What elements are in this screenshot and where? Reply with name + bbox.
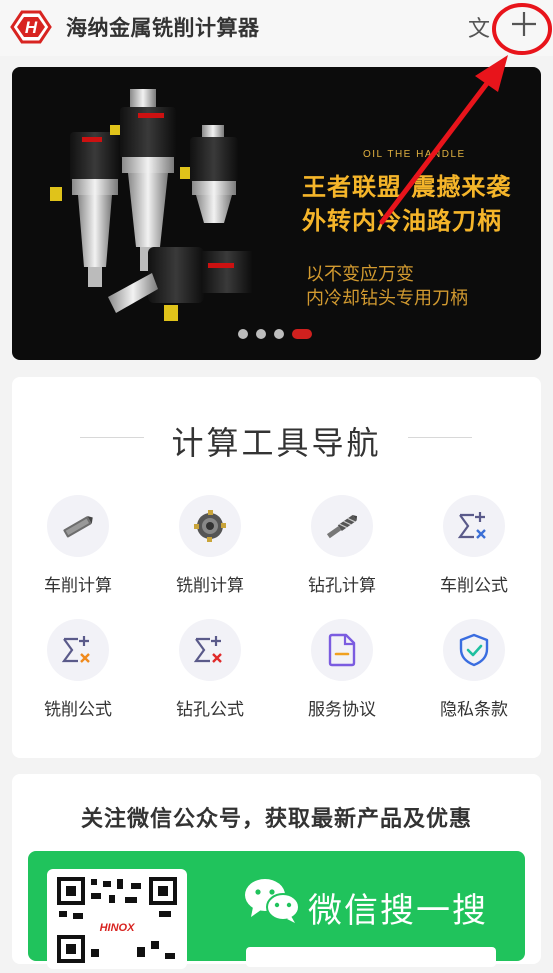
banner-headline-1: 王者联盟 震撼来袭 xyxy=(302,173,512,201)
tool-turning-formula[interactable]: 车削公式 xyxy=(424,495,524,596)
wechat-search-label: 微信搜一搜 xyxy=(308,891,488,931)
app-header: H 海纳金属铣削计算器 文 xyxy=(0,0,553,56)
turning-tool-icon xyxy=(63,516,93,538)
tool-label: 钻孔公式 xyxy=(176,700,244,720)
tool-drilling-calc[interactable]: 钻孔计算 xyxy=(292,495,392,596)
carousel-dot-2[interactable] xyxy=(256,329,266,339)
banner-subtitle-2: 内冷却钻头专用刀柄 xyxy=(306,288,468,309)
tool-label: 钻孔计算 xyxy=(308,576,376,596)
wechat-follow-card: 关注微信公众号，获取最新产品及优惠 HINOX 微信搜一搜 xyxy=(12,774,541,969)
sigma-plus-icon xyxy=(457,512,486,539)
banner-subtitle-1: 以不变应万变 xyxy=(306,264,414,285)
tool-drilling-formula[interactable]: 钻孔公式 xyxy=(160,619,260,720)
app-title: 海纳金属铣削计算器 xyxy=(66,16,260,40)
carousel-dot-4-active[interactable] xyxy=(292,329,312,339)
qr-code: HINOX xyxy=(47,869,187,969)
tool-holder-product-image xyxy=(50,89,252,321)
tool-label: 车削计算 xyxy=(44,576,112,596)
app-logo: H xyxy=(10,10,52,44)
sigma-plus-orange-icon xyxy=(61,636,90,663)
plus-icon[interactable] xyxy=(508,8,540,40)
tool-turning-calc[interactable]: 车削计算 xyxy=(28,495,128,596)
tool-navigation-card: 计算工具导航 车削计算 铣削计算 钻孔计算 车削公式 铣削公式 钻孔公式 服务协… xyxy=(12,377,541,758)
qr-brand-text: HINOX xyxy=(100,922,136,934)
sigma-plus-red-icon xyxy=(193,636,222,663)
document-icon xyxy=(328,633,356,667)
wechat-search-banner[interactable]: HINOX 微信搜一搜 xyxy=(28,851,525,969)
milling-cutter-icon xyxy=(194,510,226,542)
drill-bit-icon xyxy=(326,514,358,539)
tool-label: 铣削公式 xyxy=(44,700,112,720)
carousel-dot-1[interactable] xyxy=(238,329,248,339)
shield-check-icon xyxy=(459,633,489,667)
tool-label: 铣削计算 xyxy=(176,576,244,596)
tool-label: 服务协议 xyxy=(308,700,376,720)
tool-milling-formula[interactable]: 铣削公式 xyxy=(28,619,128,720)
tool-label: 车削公式 xyxy=(440,576,508,596)
carousel-dot-3[interactable] xyxy=(274,329,284,339)
tool-label: 隐私条款 xyxy=(440,700,508,720)
language-toggle-button[interactable]: 文 xyxy=(468,11,490,43)
tool-privacy-policy[interactable]: 隐私条款 xyxy=(424,619,524,720)
tool-navigation-title: 计算工具导航 xyxy=(171,424,382,462)
follow-title: 关注微信公众号，获取最新产品及优惠 xyxy=(80,807,472,832)
banner-tagline-en: OIL THE HANDLE xyxy=(363,149,466,160)
tool-service-agreement[interactable]: 服务协议 xyxy=(292,619,392,720)
wechat-search-bar[interactable] xyxy=(246,947,496,967)
divider-right xyxy=(408,437,472,438)
banner-headline-2: 外转内冷油路刀柄 xyxy=(302,207,502,235)
tool-milling-calc[interactable]: 铣削计算 xyxy=(160,495,260,596)
svg-text:H: H xyxy=(25,18,38,37)
wechat-icon xyxy=(245,879,300,923)
promo-banner-carousel[interactable]: OIL THE HANDLE 王者联盟 震撼来袭 外转内冷油路刀柄 以不变应万变… xyxy=(12,67,541,360)
